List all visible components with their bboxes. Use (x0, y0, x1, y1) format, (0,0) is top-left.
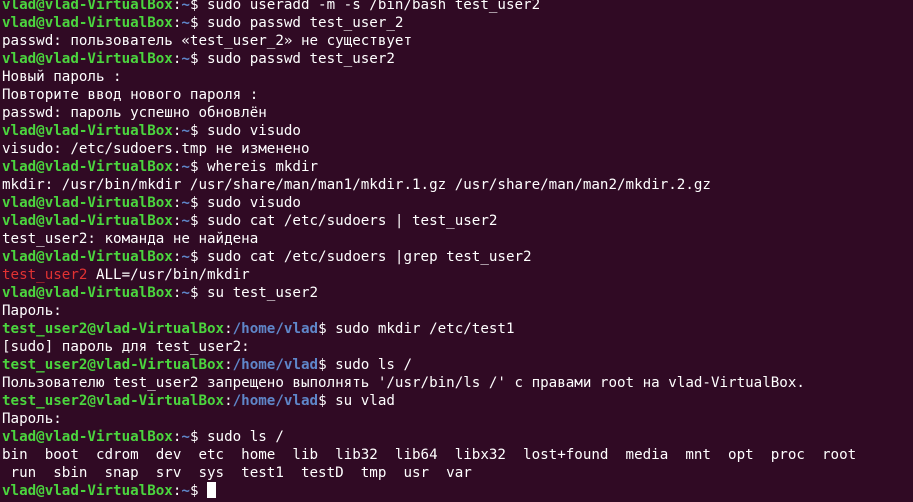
output-text: bin boot cdrom dev etc home lib lib32 li… (2, 447, 857, 463)
terminal-prompt-line: vlad@vlad-VirtualBox:~$ sudo passwd test… (2, 50, 913, 68)
grep-match: test_user2 (2, 267, 88, 283)
command-text: $ sudo mkdir /etc/test1 (318, 321, 515, 337)
output-text: Пароль: (2, 411, 62, 427)
prompt-user-host: vlad@vlad-VirtualBox (2, 51, 173, 67)
prompt-path: ~ (181, 0, 190, 13)
prompt-path: /home/vlad (232, 393, 319, 409)
terminal-output-line: visudo: /etc/sudoers.tmp не изменено (2, 140, 913, 158)
prompt-path: ~ (181, 123, 190, 139)
prompt-path: ~ (181, 51, 190, 67)
command-text: $ su test_user2 (189, 285, 319, 301)
terminal-prompt-line: vlad@vlad-VirtualBox:~$ su test_user2 (2, 284, 913, 302)
terminal-output-line: passwd: пароль успешно обновлён (2, 104, 913, 122)
output-text: Новый пароль : (2, 69, 122, 85)
prompt-user-host: test_user2@vlad-VirtualBox (2, 321, 225, 337)
command-text: $ sudo cat /etc/sudoers |grep test_user2 (189, 249, 532, 265)
text-cursor (207, 482, 217, 498)
prompt-user-host: vlad@vlad-VirtualBox (2, 123, 173, 139)
prompt-separator: : (224, 321, 233, 337)
prompt-user-host: vlad@vlad-VirtualBox (2, 159, 173, 175)
terminal-output-line: Пароль: (2, 302, 913, 320)
prompt-user-host: test_user2@vlad-VirtualBox (2, 393, 225, 409)
terminal-output-line: Новый пароль : (2, 68, 913, 86)
terminal-output-line: test_user2: команда не найдена (2, 230, 913, 248)
terminal-prompt-line: vlad@vlad-VirtualBox:~$ (2, 482, 913, 500)
command-text: $ sudo useradd -m -s /bin/bash test_user… (189, 0, 541, 13)
prompt-user-host: vlad@vlad-VirtualBox (2, 15, 173, 31)
prompt-user-host: vlad@vlad-VirtualBox (2, 213, 173, 229)
command-text: $ sudo ls / (189, 429, 284, 445)
prompt-path: ~ (181, 483, 190, 499)
prompt-user-host: vlad@vlad-VirtualBox (2, 249, 173, 265)
command-text: $ su vlad (318, 393, 395, 409)
command-text: $ (189, 483, 208, 499)
terminal-prompt-line: vlad@vlad-VirtualBox:~$ sudo visudo (2, 194, 913, 212)
prompt-path: /home/vlad (232, 357, 319, 373)
prompt-path: ~ (181, 15, 190, 31)
terminal-output-line: Пользователю test_user2 запрещено выполн… (2, 374, 913, 392)
terminal-prompt-line: vlad@vlad-VirtualBox:~$ sudo passwd test… (2, 14, 913, 32)
output-text: visudo: /etc/sudoers.tmp не изменено (2, 141, 310, 157)
prompt-user-host: test_user2@vlad-VirtualBox (2, 357, 225, 373)
terminal-output-line: mkdir: /usr/bin/mkdir /usr/share/man/man… (2, 176, 913, 194)
terminal-output-line: Пароль: (2, 410, 913, 428)
prompt-separator: : (224, 393, 233, 409)
terminal-prompt-line: vlad@vlad-VirtualBox:~$ sudo cat /etc/su… (2, 212, 913, 230)
terminal-output-line: passwd: пользователь «test_user_2» не су… (2, 32, 913, 50)
terminal-window[interactable]: vlad@vlad-VirtualBox:~$ sudo useradd -m … (0, 0, 913, 502)
terminal-output-line: run sbin snap srv sys test1 testD tmp us… (2, 464, 913, 482)
prompt-user-host: vlad@vlad-VirtualBox (2, 285, 173, 301)
prompt-path: /home/vlad (232, 321, 319, 337)
prompt-path: ~ (181, 159, 190, 175)
terminal-output-line: [sudo] пароль для test_user2: (2, 338, 913, 356)
terminal-prompt-line: vlad@vlad-VirtualBox:~$ sudo useradd -m … (2, 0, 913, 14)
output-text: Пользователю test_user2 запрещено выполн… (2, 375, 805, 391)
output-text: passwd: пароль успешно обновлён (2, 105, 267, 121)
terminal-prompt-line: vlad@vlad-VirtualBox:~$ sudo ls / (2, 428, 913, 446)
command-text: $ sudo visudo (189, 195, 301, 211)
prompt-path: ~ (181, 249, 190, 265)
prompt-user-host: vlad@vlad-VirtualBox (2, 195, 173, 211)
command-text: $ sudo ls / (318, 357, 413, 373)
prompt-user-host: vlad@vlad-VirtualBox (2, 483, 173, 499)
output-text: mkdir: /usr/bin/mkdir /usr/share/man/man… (2, 177, 711, 193)
terminal-prompt-line: test_user2@vlad-VirtualBox:/home/vlad$ s… (2, 320, 913, 338)
terminal-prompt-line: test_user2@vlad-VirtualBox:/home/vlad$ s… (2, 356, 913, 374)
prompt-separator: : (224, 357, 233, 373)
prompt-user-host: vlad@vlad-VirtualBox (2, 0, 173, 13)
output-text: Пароль: (2, 303, 62, 319)
terminal-prompt-line: test_user2@vlad-VirtualBox:/home/vlad$ s… (2, 392, 913, 410)
output-text: passwd: пользователь «test_user_2» не су… (2, 33, 412, 49)
output-text: test_user2: команда не найдена (2, 231, 259, 247)
terminal-prompt-line: vlad@vlad-VirtualBox:~$ whereis mkdir (2, 158, 913, 176)
command-text: $ sudo cat /etc/sudoers | test_user2 (189, 213, 498, 229)
command-text: $ whereis mkdir (189, 159, 319, 175)
prompt-user-host: vlad@vlad-VirtualBox (2, 429, 173, 445)
output-text: ALL=/usr/bin/mkdir (87, 267, 250, 283)
output-text: Повторите ввод нового пароля : (2, 87, 259, 103)
command-text: $ sudo passwd test_user2 (189, 51, 395, 67)
output-text: run sbin snap srv sys test1 testD tmp us… (2, 465, 472, 481)
prompt-path: ~ (181, 195, 190, 211)
terminal-output-line: bin boot cdrom dev etc home lib lib32 li… (2, 446, 913, 464)
prompt-path: ~ (181, 429, 190, 445)
output-text: [sudo] пароль для test_user2: (2, 339, 250, 355)
terminal-prompt-line: vlad@vlad-VirtualBox:~$ sudo cat /etc/su… (2, 248, 913, 266)
terminal-prompt-line: vlad@vlad-VirtualBox:~$ sudo visudo (2, 122, 913, 140)
prompt-path: ~ (181, 213, 190, 229)
command-text: $ sudo passwd test_user_2 (189, 15, 404, 31)
command-text: $ sudo visudo (189, 123, 301, 139)
prompt-path: ~ (181, 285, 190, 301)
terminal-output-line: Повторите ввод нового пароля : (2, 86, 913, 104)
terminal-output-line: test_user2 ALL=/usr/bin/mkdir (2, 266, 913, 284)
